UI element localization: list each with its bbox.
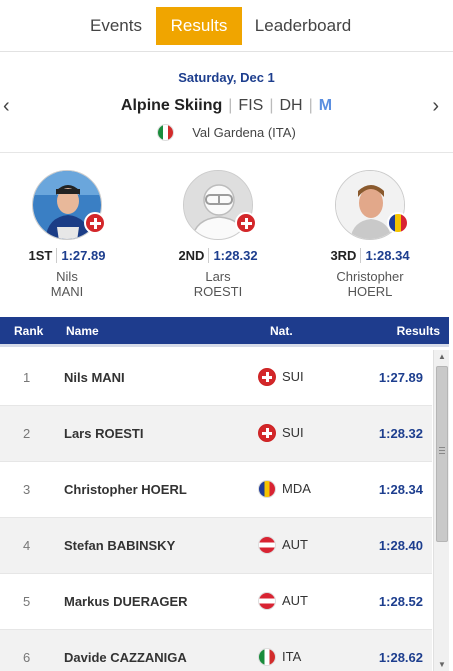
header-divider — [0, 344, 449, 347]
sui-flag-icon — [258, 368, 276, 386]
row-result-time: 1:27.89 — [378, 370, 423, 385]
event-federation: FIS — [238, 97, 264, 114]
row-rank: 3 — [23, 482, 31, 497]
aut-flag-icon — [258, 536, 276, 554]
podium-place: 2ND — [178, 248, 205, 263]
venue-label: Val Gardena (ITA) — [192, 125, 296, 140]
event-venue: Val Gardena (ITA) — [0, 124, 453, 141]
podium-place: 1ST — [28, 248, 53, 263]
row-rank: 5 — [23, 594, 31, 609]
podium-time: 1:28.32 — [208, 248, 258, 263]
ita-flag-icon — [258, 648, 276, 666]
avatar — [183, 170, 257, 240]
athlete-last-name: MANI — [50, 284, 84, 299]
table-row[interactable]: 2 Lars ROESTI SUI 1:28.32 — [0, 406, 432, 462]
row-rank: 1 — [23, 370, 31, 385]
row-nationality: MDA — [258, 480, 311, 498]
nationality-code: AUT — [282, 593, 308, 608]
avatar — [32, 170, 106, 240]
row-nationality: SUI — [258, 368, 304, 386]
row-athlete-name[interactable]: Nils MANI — [64, 370, 125, 385]
table-row[interactable]: 1 Nils MANI SUI 1:27.89 — [0, 350, 432, 406]
podium-athlete-name: Christopher HOERL — [305, 269, 435, 299]
row-athlete-name[interactable]: Christopher HOERL — [64, 482, 187, 497]
athlete-last-name: ROESTI — [193, 284, 243, 299]
avatar — [335, 170, 409, 240]
row-rank: 6 — [23, 650, 31, 665]
scroll-up-arrow-icon[interactable]: ▲ — [438, 352, 446, 361]
nationality-code: SUI — [282, 425, 304, 440]
row-result-time: 1:28.34 — [378, 482, 423, 497]
row-athlete-name[interactable]: Davide CAZZANIGA — [64, 650, 187, 665]
nationality-code: ITA — [282, 649, 302, 664]
row-rank: 2 — [23, 426, 31, 441]
nationality-code: SUI — [282, 369, 304, 384]
event-sport: Alpine Skiing — [120, 97, 223, 114]
event-gender: M — [318, 97, 333, 114]
tab-leaderboard[interactable]: Leaderboard — [250, 7, 356, 45]
podium-second[interactable]: 2ND 1:28.32 Lars ROESTI — [153, 170, 283, 299]
row-result-time: 1:28.40 — [378, 538, 423, 553]
row-athlete-name[interactable]: Stefan BABINSKY — [64, 538, 175, 553]
row-athlete-name[interactable]: Lars ROESTI — [64, 426, 143, 441]
podium-first[interactable]: 1ST 1:27.89 Nils MANI — [2, 170, 132, 299]
column-header-name[interactable]: Name — [66, 324, 99, 338]
podium-place-time: 2ND 1:28.32 — [153, 248, 283, 263]
tab-results[interactable]: Results — [156, 7, 242, 45]
table-row[interactable]: 5 Markus DUERAGER AUT 1:28.52 — [0, 574, 432, 630]
tab-events[interactable]: Events — [82, 7, 150, 45]
section-divider — [0, 152, 453, 153]
table-row[interactable]: 3 Christopher HOERL MDA 1:28.34 — [0, 462, 432, 518]
athlete-first-name: Christopher — [336, 269, 404, 284]
athlete-first-name: Nils — [56, 269, 78, 284]
table-row[interactable]: 6 Davide CAZZANIGA ITA 1:28.62 — [0, 630, 432, 671]
row-rank: 4 — [23, 538, 31, 553]
event-title: Alpine Skiing | FIS | DH | M — [0, 97, 453, 115]
row-nationality: AUT — [258, 536, 308, 554]
divider: | — [228, 97, 233, 114]
athlete-last-name: HOERL — [347, 284, 393, 299]
podium-athlete-name: Nils MANI — [2, 269, 132, 299]
podium-place-time: 1ST 1:27.89 — [2, 248, 132, 263]
scroll-down-arrow-icon[interactable]: ▼ — [438, 660, 446, 669]
row-result-time: 1:28.52 — [378, 594, 423, 609]
aut-flag-icon — [258, 592, 276, 610]
row-nationality: ITA — [258, 648, 301, 666]
scrollbar-thumb[interactable] — [436, 366, 448, 542]
sui-flag-icon — [258, 424, 276, 442]
row-nationality: SUI — [258, 424, 304, 442]
divider: | — [308, 97, 313, 114]
sui-flag-icon — [235, 212, 257, 234]
results-tabs: Events Results Leaderboard — [0, 0, 453, 52]
scrollbar[interactable]: ▲ ▼ — [433, 350, 449, 671]
athlete-first-name: Lars — [205, 269, 231, 284]
event-discipline: DH — [279, 97, 303, 114]
ita-flag-icon — [157, 124, 175, 141]
podium-place: 3RD — [330, 248, 357, 263]
column-header-rank[interactable]: Rank — [14, 324, 43, 338]
row-result-time: 1:28.32 — [378, 426, 423, 441]
results-table-body: 1 Nils MANI SUI 1:27.89 2 Lars ROESTI SUI 1:28.… — [0, 350, 432, 671]
next-event-arrow-icon[interactable]: › — [432, 95, 439, 118]
podium-place-time: 3RD 1:28.34 — [305, 248, 435, 263]
column-header-results[interactable]: Results — [397, 324, 440, 338]
column-header-nat[interactable]: Nat. — [270, 324, 293, 338]
event-date: Saturday, Dec 1 — [178, 70, 275, 85]
row-result-time: 1:28.62 — [378, 650, 423, 665]
sui-flag-icon — [84, 212, 106, 234]
grip-icon — [439, 447, 445, 456]
results-table-header: Rank Name Nat. Results — [0, 317, 449, 344]
nationality-code: AUT — [282, 537, 308, 552]
mda-flag-icon — [387, 212, 409, 234]
podium-athlete-name: Lars ROESTI — [153, 269, 283, 299]
row-nationality: AUT — [258, 592, 308, 610]
podium-time: 1:27.89 — [56, 248, 106, 263]
table-row[interactable]: 4 Stefan BABINSKY AUT 1:28.40 — [0, 518, 432, 574]
podium-third[interactable]: 3RD 1:28.34 Christopher HOERL — [305, 170, 435, 299]
nationality-code: MDA — [282, 481, 311, 496]
podium-time: 1:28.34 — [360, 248, 410, 263]
divider: | — [269, 97, 274, 114]
row-athlete-name[interactable]: Markus DUERAGER — [64, 594, 188, 609]
mda-flag-icon — [258, 480, 276, 498]
